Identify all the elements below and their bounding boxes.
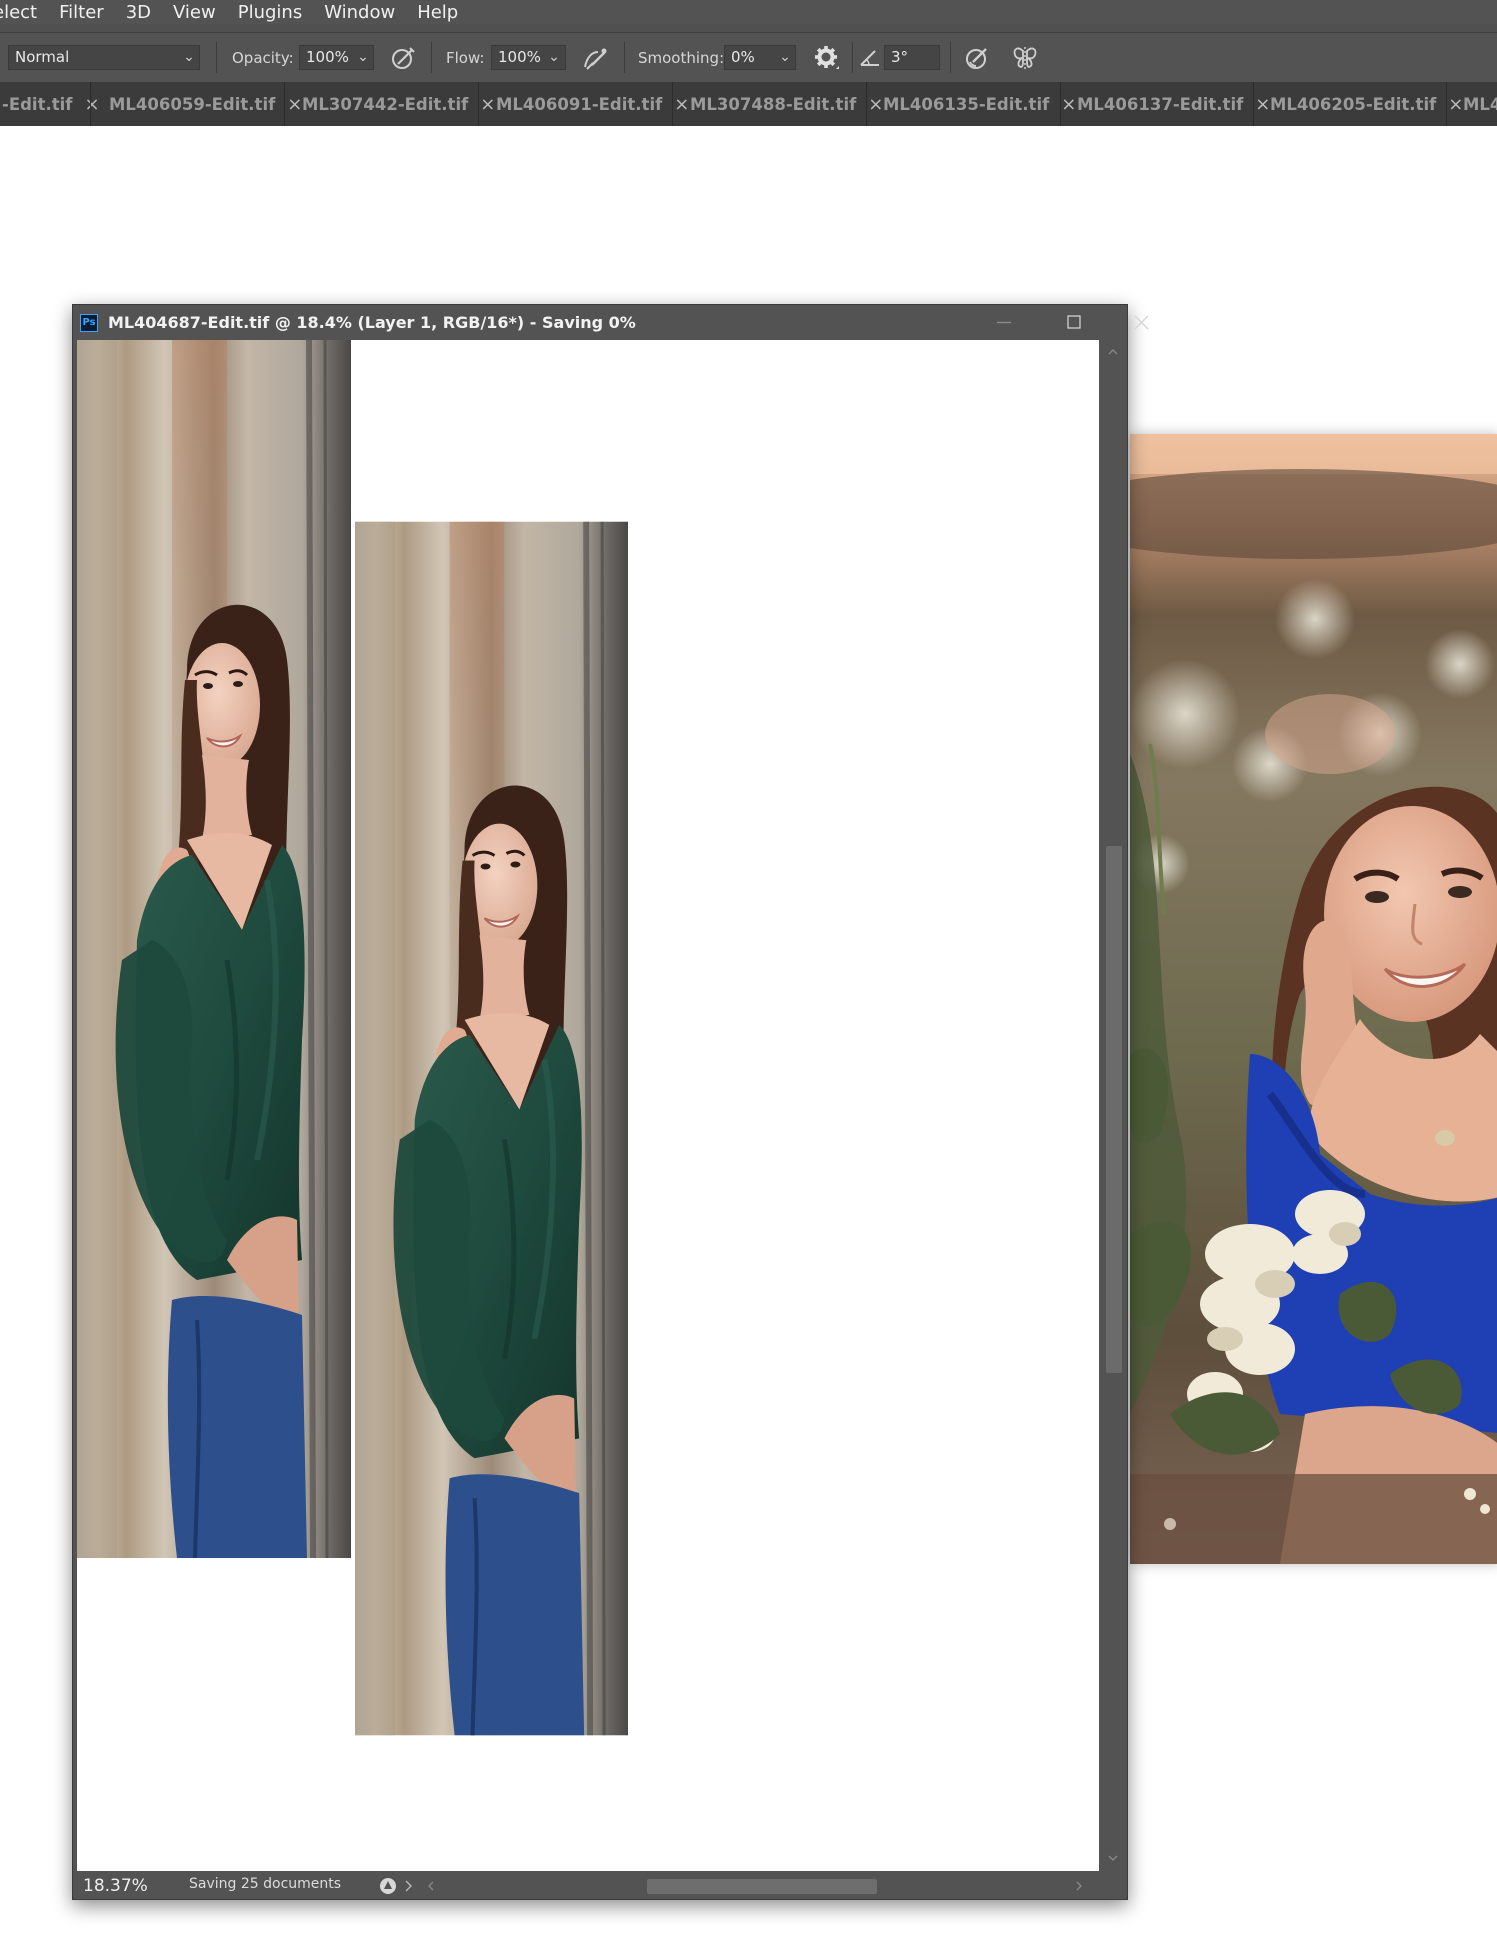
angle-icon: [860, 50, 879, 66]
document-tab-bar: -Edit.tif × ML406059-Edit.tif × ML307442-E…: [0, 82, 1497, 126]
tab-label: ML406205-Edit.tif: [1270, 94, 1437, 114]
menu-help[interactable]: Help: [417, 2, 458, 23]
document-canvas[interactable]: [77, 340, 1099, 1871]
menu-view[interactable]: View: [173, 2, 216, 23]
scroll-down-icon[interactable]: [1106, 1852, 1120, 1864]
options-bar: Normal ⌄ Opacity: 100% ⌄ Flow: 100% ⌄ Sm…: [0, 33, 1497, 82]
document-tab[interactable]: -Edit.tif ×: [2, 82, 100, 126]
airbrush-icon[interactable]: [388, 43, 418, 73]
document-tab[interactable]: ML406091-Edit.tif ×: [496, 82, 689, 126]
gear-icon[interactable]: [812, 43, 842, 73]
document-tab[interactable]: ML307442-Edit.tif ×: [302, 82, 495, 126]
close-icon[interactable]: ×: [84, 94, 99, 115]
chevron-down-icon[interactable]: ⌄: [180, 45, 198, 70]
menu-select[interactable]: elect: [0, 2, 37, 23]
close-icon[interactable]: ×: [868, 94, 883, 115]
status-text: Saving 25 documents: [189, 1876, 342, 1892]
tab-label: ML307442-Edit.tif: [302, 94, 469, 114]
menu-3d[interactable]: 3D: [126, 2, 151, 23]
menu-filter[interactable]: Filter: [59, 2, 104, 23]
tab-divider: [478, 82, 479, 126]
vertical-scrollbar[interactable]: [1099, 340, 1127, 1871]
vertical-scroll-thumb[interactable]: [1106, 846, 1122, 1373]
minimize-icon[interactable]: [979, 305, 1029, 340]
document-tab[interactable]: ML307488-Edit.tif ×: [690, 82, 883, 126]
close-icon[interactable]: ×: [1061, 94, 1076, 115]
portrait-photo-lying-in-flowers: [1130, 434, 1497, 1564]
tab-divider: [1060, 82, 1061, 126]
scroll-left-icon[interactable]: [425, 1878, 437, 1894]
tab-label: ML406137-Edit.tif: [1077, 94, 1244, 114]
pressure-size-icon[interactable]: [962, 43, 992, 73]
options-divider: [852, 42, 853, 73]
tab-divider: [866, 82, 867, 126]
options-divider: [216, 42, 217, 73]
flow-pressure-icon[interactable]: [580, 43, 610, 73]
tab-label: -Edit.tif: [2, 94, 73, 114]
tab-label: ML307488-Edit.tif: [690, 94, 857, 114]
tab-divider: [1253, 82, 1254, 126]
document-status-bar: 18.37% Saving 25 documents: [73, 1871, 1127, 1899]
tab-label: ML4: [1463, 94, 1497, 114]
document-title-bar[interactable]: Ps ML404687-Edit.tif @ 18.4% (Layer 1, R…: [73, 305, 1127, 340]
scroll-right-icon[interactable]: [1073, 1878, 1085, 1894]
opacity-label: Opacity:: [232, 48, 294, 67]
flow-label: Flow:: [446, 48, 485, 67]
ps-logo-icon: Ps: [80, 313, 98, 332]
close-icon[interactable]: ×: [674, 94, 689, 115]
options-divider: [431, 42, 432, 73]
document-window: Ps ML404687-Edit.tif @ 18.4% (Layer 1, R…: [72, 304, 1149, 1900]
tab-label: ML406091-Edit.tif: [496, 94, 663, 114]
tab-label: ML406135-Edit.tif: [883, 94, 1050, 114]
tab-divider: [1446, 82, 1447, 126]
tab-divider: [672, 82, 673, 126]
portrait-photo-layer: [77, 340, 351, 1558]
menu-plugins[interactable]: Plugins: [238, 2, 302, 23]
close-icon[interactable]: ×: [287, 94, 302, 115]
options-divider: [624, 42, 625, 73]
maximize-icon[interactable]: [1049, 305, 1099, 340]
document-tab[interactable]: ML406137-Edit.tif ×: [1077, 82, 1270, 126]
menu-window[interactable]: Window: [324, 2, 395, 23]
scroll-up-icon[interactable]: [1106, 346, 1120, 358]
document-tab[interactable]: ML406135-Edit.tif ×: [883, 82, 1076, 126]
portrait-photo-duplicate-layer: [355, 521, 628, 1736]
zoom-level[interactable]: 18.37%: [83, 1876, 148, 1896]
close-icon[interactable]: ×: [1448, 94, 1463, 115]
symmetry-icon[interactable]: [1010, 43, 1040, 73]
options-divider: [950, 42, 951, 73]
menu-divider: [0, 24, 1497, 33]
tab-divider: [90, 82, 91, 126]
tab-label: ML406059-Edit.tif: [109, 94, 276, 114]
background-document-photo: [1130, 434, 1497, 1564]
blend-mode-select[interactable]: Normal: [8, 45, 200, 70]
export-status-icon[interactable]: [379, 1877, 397, 1895]
document-tab[interactable]: ML406205-Edit.tif ×: [1270, 82, 1463, 126]
close-icon[interactable]: [1117, 305, 1167, 340]
document-tab[interactable]: ML406059-Edit.tif ×: [109, 82, 302, 126]
document-title: ML404687-Edit.tif @ 18.4% (Layer 1, RGB/…: [108, 313, 636, 332]
close-icon[interactable]: ×: [480, 94, 495, 115]
chevron-down-icon[interactable]: ⌄: [776, 45, 794, 70]
angle-input[interactable]: 3°: [884, 45, 940, 70]
close-icon[interactable]: ×: [1255, 94, 1270, 115]
smoothing-label: Smoothing:: [638, 48, 725, 67]
document-tab[interactable]: ML4: [1463, 82, 1497, 126]
tab-divider: [284, 82, 285, 126]
menu-bar: elect Filter 3D View Plugins Window Help: [0, 0, 1497, 24]
chevron-right-icon[interactable]: [401, 1878, 415, 1894]
chevron-down-icon[interactable]: ⌄: [354, 45, 372, 70]
chevron-down-icon[interactable]: ⌄: [545, 45, 563, 70]
horizontal-scroll-thumb[interactable]: [647, 1879, 877, 1894]
